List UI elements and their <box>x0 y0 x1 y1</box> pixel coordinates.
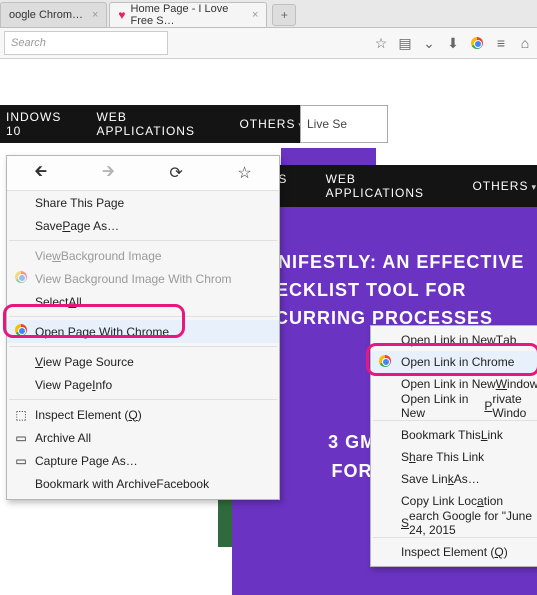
menu-inspect-element[interactable]: ⬚Inspect Element (Q) <box>7 403 279 426</box>
chevron-down-icon: ▾ <box>531 182 537 192</box>
download-icon[interactable]: ⬇ <box>445 35 461 51</box>
bookmark-icon[interactable]: ☆ <box>237 163 251 183</box>
browser-toolbar: Search ☆ ▤ ⌄ ⬇ ≡ ⌂ <box>0 28 537 59</box>
tab-2[interactable]: ♥ Home Page - I Love Free S… × <box>109 2 267 27</box>
purple-strip <box>281 148 376 166</box>
back-icon[interactable]: 🡰 <box>34 160 47 187</box>
menu-search-google[interactable]: Search Google for "June 24, 2015 <box>371 512 537 534</box>
page-context-menu: 🡰 🡲 ⟳ ☆ Share This Page Save Page As… Vi… <box>6 155 280 500</box>
chrome-icon[interactable] <box>469 35 485 51</box>
forward-icon[interactable]: 🡲 <box>102 160 115 187</box>
close-icon[interactable]: × <box>252 9 258 21</box>
inspect-icon: ⬚ <box>13 408 29 422</box>
menu-open-link-chrome[interactable]: Open Link in Chrome <box>371 351 537 373</box>
reload-icon[interactable]: ⟳ <box>169 163 182 183</box>
menu-open-private-window[interactable]: Open Link in New Private Windo <box>371 395 537 417</box>
heart-icon: ♥ <box>118 8 125 22</box>
search-input[interactable]: Search <box>4 31 168 55</box>
nav-item[interactable]: OTHERS▾ <box>239 117 304 131</box>
chrome-icon <box>377 355 393 370</box>
menu-nav-row: 🡰 🡲 ⟳ ☆ <box>7 156 279 191</box>
tab-strip: oogle Chrom… × ♥ Home Page - I Love Free S… <box>0 0 537 28</box>
menu-bookmark-link[interactable]: Bookmark This Link <box>371 424 537 446</box>
menu-bookmark-archivefb[interactable]: Bookmark with ArchiveFacebook <box>7 472 279 495</box>
menu-view-bg-image-chrome: View Background Image With Chrom <box>7 267 279 290</box>
separator <box>9 399 277 400</box>
close-icon[interactable]: × <box>92 9 98 21</box>
menu-view-source[interactable]: View Page Source <box>7 350 279 373</box>
reader-icon[interactable]: ▤ <box>397 35 413 51</box>
tab-1[interactable]: oogle Chrom… × <box>0 2 107 27</box>
nav-item[interactable]: INDOWS 10 <box>6 110 74 138</box>
menu-save-page-as[interactable]: Save Page As… <box>7 214 279 237</box>
menu-view-page-info[interactable]: View Page Info <box>7 373 279 396</box>
star-icon[interactable]: ☆ <box>373 35 389 51</box>
site-nav-a: INDOWS 10 WEB APPLICATIONS OTHERS▾ <box>0 105 304 143</box>
tab-label: Home Page - I Love Free S… <box>131 3 243 27</box>
link-context-menu: Open Link in New Tab Open Link in Chrome… <box>370 325 537 567</box>
menu-share-link[interactable]: Share This Link <box>371 446 537 468</box>
pocket-icon[interactable]: ⌄ <box>421 35 437 51</box>
home-icon[interactable]: ⌂ <box>517 35 533 51</box>
nav-item[interactable]: WEB APPLICATIONS <box>96 110 217 138</box>
chrome-icon <box>13 271 29 286</box>
menu-open-new-tab[interactable]: Open Link in New Tab <box>371 329 537 351</box>
separator <box>9 240 277 241</box>
separator <box>373 537 537 538</box>
menu-save-link-as[interactable]: Save Link As… <box>371 468 537 490</box>
chrome-icon <box>13 324 29 339</box>
menu-archive-all[interactable]: ▭Archive All <box>7 426 279 449</box>
menu-capture-page[interactable]: ▭Capture Page As… <box>7 449 279 472</box>
separator <box>373 420 537 421</box>
live-search-box[interactable]: Live Se <box>300 105 388 143</box>
tab-label: oogle Chrom… <box>9 9 83 21</box>
capture-icon: ▭ <box>13 454 29 468</box>
menu-icon[interactable]: ≡ <box>493 35 509 51</box>
separator <box>9 346 277 347</box>
nav-item[interactable]: OTHERS▾ <box>472 179 537 193</box>
nav-item[interactable]: WEB APPLICATIONS <box>326 172 449 200</box>
menu-select-all[interactable]: Select All <box>7 290 279 313</box>
archive-icon: ▭ <box>13 431 29 445</box>
separator <box>9 316 277 317</box>
menu-view-bg-image: View Background Image <box>7 244 279 267</box>
new-tab-button[interactable]: + <box>272 4 296 26</box>
menu-share-page[interactable]: Share This Page <box>7 191 279 214</box>
menu-open-page-chrome[interactable]: Open Page With Chrome <box>7 320 279 343</box>
menu-inspect-element[interactable]: Inspect Element (Q) <box>371 541 537 563</box>
